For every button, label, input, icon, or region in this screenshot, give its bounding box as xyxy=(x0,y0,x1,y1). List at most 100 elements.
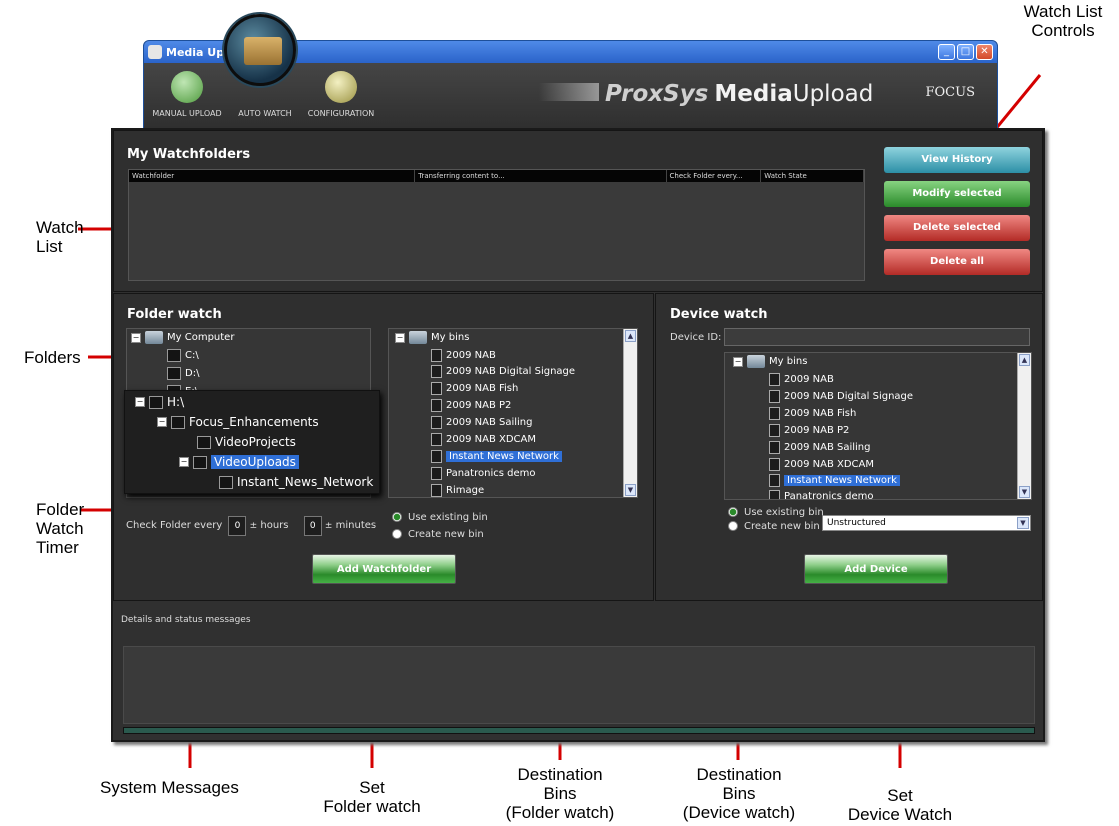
tree-label: 2009 NAB Fish xyxy=(784,408,857,419)
delete-all-button[interactable]: Delete all xyxy=(884,249,1030,275)
bin-structure-select[interactable]: Unstructured ▼ xyxy=(822,515,1031,531)
bin-icon xyxy=(431,433,442,446)
callout-text: Watch xyxy=(36,519,84,538)
select-value: Unstructured xyxy=(827,518,886,528)
collapse-icon[interactable]: − xyxy=(135,397,145,407)
bins-root[interactable]: − My bins xyxy=(733,355,807,368)
option-label: Use existing bin xyxy=(744,507,824,518)
scroll-up-icon[interactable]: ▲ xyxy=(625,330,636,342)
tree-node-folder-selected[interactable]: − VideoUploads xyxy=(179,455,299,469)
add-device-button[interactable]: Add Device xyxy=(804,554,948,584)
use-existing-bin-option[interactable]: Use existing bin xyxy=(728,506,824,520)
callout-dest-bins-device: Destination Bins (Device watch) xyxy=(664,765,814,822)
bin-item[interactable]: 2009 NAB P2 xyxy=(431,399,511,412)
tree-node-folder[interactable]: VideoProjects xyxy=(197,435,296,449)
bins-scrollbar[interactable]: ▲ ▼ xyxy=(623,329,637,497)
device-watch-title: Device watch xyxy=(670,307,768,322)
folder-watch-title: Folder watch xyxy=(127,307,222,322)
create-new-bin-option[interactable]: Create new bin xyxy=(392,526,488,543)
tree-label: Instant_News_Network xyxy=(237,475,374,489)
tree-node-drive[interactable]: D:\ xyxy=(167,367,199,380)
status-messages-box[interactable] xyxy=(123,646,1035,724)
minutes-input[interactable]: 0 xyxy=(303,516,322,536)
column-header[interactable]: Watch State xyxy=(761,170,864,182)
bin-item[interactable]: 2009 NAB Fish xyxy=(769,407,856,420)
radio-selected-icon[interactable] xyxy=(392,512,402,522)
collapse-icon[interactable]: − xyxy=(733,356,743,367)
wrench-icon xyxy=(325,71,357,103)
collapse-icon[interactable]: − xyxy=(131,332,141,343)
column-header[interactable]: Check Folder every... xyxy=(667,170,762,182)
column-header[interactable]: Watchfolder xyxy=(129,170,416,182)
bin-item[interactable]: 2009 NAB Fish xyxy=(431,382,518,395)
hours-label: hours xyxy=(260,520,289,531)
modify-selected-button[interactable]: Modify selected xyxy=(884,181,1030,207)
device-id-label: Device ID: xyxy=(670,332,722,343)
tree-node-my-computer[interactable]: − My Computer xyxy=(131,331,234,344)
bins-scrollbar[interactable]: ▲ ▼ xyxy=(1017,353,1031,499)
watch-list-table[interactable]: Watchfolder Transferring content to... C… xyxy=(128,169,865,281)
collapse-icon[interactable]: − xyxy=(179,457,189,467)
option-label: Use existing bin xyxy=(408,512,488,523)
radio-icon[interactable] xyxy=(728,521,738,531)
bin-item[interactable]: 2009 NAB XDCAM xyxy=(769,458,874,471)
bin-item[interactable]: 2009 NAB P2 xyxy=(769,424,849,437)
bin-item[interactable]: 2009 NAB Sailing xyxy=(769,441,870,454)
view-history-button[interactable]: View History xyxy=(884,147,1030,173)
collapse-icon[interactable]: − xyxy=(395,332,405,343)
bin-icon xyxy=(769,458,780,471)
folder-bins-tree[interactable]: − My bins 2009 NAB 2009 NAB Digital Sign… xyxy=(388,328,638,498)
tree-label: Panatronics demo xyxy=(784,491,874,500)
hours-stepper[interactable]: ± xyxy=(250,521,258,531)
minutes-label: minutes xyxy=(335,520,377,531)
tree-label: VideoUploads xyxy=(211,455,299,469)
bin-icon xyxy=(431,365,442,378)
callout-dest-bins-folder: Destination Bins (Folder watch) xyxy=(485,765,635,822)
bin-item-selected[interactable]: Instant News Network xyxy=(769,474,900,487)
radio-icon[interactable] xyxy=(392,529,402,539)
upload-arrow-icon xyxy=(171,71,203,103)
chevron-down-icon[interactable]: ▼ xyxy=(1017,517,1029,529)
callout-text: Bins xyxy=(722,784,756,803)
scroll-down-icon[interactable]: ▼ xyxy=(625,484,636,496)
delete-selected-button[interactable]: Delete selected xyxy=(884,215,1030,241)
bin-item[interactable]: 2009 NAB xyxy=(769,373,834,386)
tree-node-drive-h[interactable]: − H:\ xyxy=(135,395,184,409)
device-id-input[interactable] xyxy=(724,328,1030,346)
tree-node-folder[interactable]: Instant_News_Network xyxy=(219,475,373,489)
device-bins-tree[interactable]: − My bins 2009 NAB 2009 NAB Digital Sign… xyxy=(724,352,1032,500)
radio-selected-icon[interactable] xyxy=(728,507,738,517)
close-button[interactable]: ✕ xyxy=(976,44,993,60)
manual-upload-tool[interactable]: MANUAL UPLOAD xyxy=(148,71,226,118)
tree-label: Instant News Network xyxy=(446,451,562,462)
bin-item[interactable]: 2009 NAB xyxy=(431,349,496,362)
add-watchfolder-button[interactable]: Add Watchfolder xyxy=(312,554,456,584)
bin-item[interactable]: Panatronics demo xyxy=(431,467,535,480)
minimize-button[interactable]: _ xyxy=(938,44,955,60)
configuration-tool[interactable]: CONFIGURATION xyxy=(302,71,380,118)
scroll-up-icon[interactable]: ▲ xyxy=(1019,354,1030,366)
callout-watch-list: Watch List xyxy=(36,218,84,256)
use-existing-bin-option[interactable]: Use existing bin xyxy=(392,509,488,526)
callout-text: Set xyxy=(887,786,913,805)
bin-item[interactable]: Panatronics demo xyxy=(769,490,874,500)
tree-node-drive[interactable]: C:\ xyxy=(167,349,199,362)
bin-item[interactable]: Rimage xyxy=(431,484,484,497)
scroll-down-icon[interactable]: ▼ xyxy=(1019,486,1030,498)
create-new-bin-option[interactable]: Create new bin xyxy=(728,520,824,534)
watch-list-header: Watchfolder Transferring content to... C… xyxy=(129,170,864,182)
maximize-button[interactable]: □ xyxy=(957,44,974,60)
status-title: Details and status messages xyxy=(121,615,251,625)
bin-item[interactable]: 2009 NAB Digital Signage xyxy=(431,365,575,378)
minutes-stepper[interactable]: ± xyxy=(325,521,333,531)
hours-input[interactable]: 0 xyxy=(228,516,247,536)
column-header[interactable]: Transferring content to... xyxy=(415,170,667,182)
bin-item[interactable]: 2009 NAB Digital Signage xyxy=(769,390,913,403)
tree-node-folder[interactable]: − Focus_Enhancements xyxy=(157,415,319,429)
bin-item[interactable]: 2009 NAB Sailing xyxy=(431,416,532,429)
bins-root[interactable]: − My bins xyxy=(395,331,469,344)
auto-watch-highlight[interactable] xyxy=(224,14,296,86)
bin-item-selected[interactable]: Instant News Network xyxy=(431,450,562,463)
bin-item[interactable]: 2009 NAB XDCAM xyxy=(431,433,536,446)
collapse-icon[interactable]: − xyxy=(157,417,167,427)
